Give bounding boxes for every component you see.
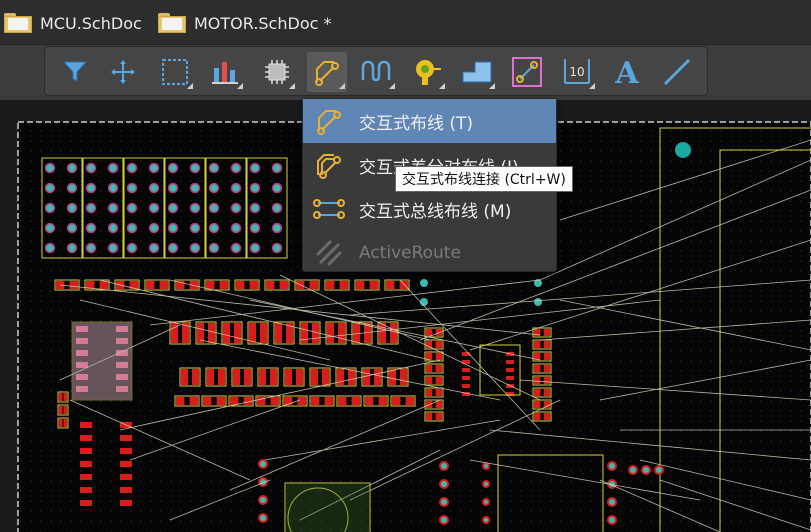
length-tuning-icon	[361, 60, 391, 82]
tab-motor-schdoc[interactable]: MOTOR.SchDoc *	[158, 9, 331, 37]
bus-route-icon	[309, 189, 349, 229]
component-icon	[265, 60, 289, 84]
dimension-tool-button[interactable]: 10	[557, 52, 597, 92]
folder-icon	[158, 13, 186, 33]
line-icon	[663, 58, 691, 86]
menu-item-interactive-route[interactable]: 交互式布线 (T)	[303, 99, 556, 143]
polygon-pour-tool-button[interactable]	[457, 52, 497, 92]
menu-item-label: 交互式布线 (T)	[359, 113, 474, 134]
text-icon-label: A	[614, 57, 639, 87]
line-tool-button[interactable]	[657, 52, 697, 92]
polygon-pour-icon	[462, 61, 492, 83]
filter-icon	[62, 61, 88, 82]
menu-item-active-route: ActiveRoute	[303, 231, 556, 275]
tab-label: MOTOR.SchDoc *	[194, 13, 332, 33]
tab-label: MCU.SchDoc	[40, 13, 142, 33]
menu-item-bus-route[interactable]: 交互式总线布线 (M)	[303, 187, 556, 231]
dimension-icon-label: 10	[569, 65, 584, 79]
tooltip: 交互式布线连接 (Ctrl+W)	[395, 166, 573, 192]
diff-pair-tool-button[interactable]	[507, 52, 547, 92]
diff-route-icon	[309, 145, 349, 185]
interactive-route-tool-button[interactable]	[307, 52, 347, 92]
align-tool-button[interactable]	[205, 52, 245, 92]
via-tool-button[interactable]	[407, 52, 447, 92]
interactive-route-icon	[315, 61, 339, 86]
folder-icon	[4, 13, 32, 33]
text-icon: A	[614, 57, 639, 87]
length-tuning-tool-button[interactable]	[357, 52, 397, 92]
move-tool-button[interactable]	[103, 52, 143, 92]
route-icon	[309, 101, 349, 141]
align-icon	[212, 62, 238, 84]
select-rect-tool-button[interactable]	[155, 52, 195, 92]
pcb-active-toolbar: 10 A	[44, 46, 708, 96]
menu-item-label: ActiveRoute	[359, 243, 461, 263]
menu-item-label: 交互式总线布线 (M)	[359, 201, 512, 222]
active-route-icon	[309, 233, 349, 273]
move-icon	[111, 60, 135, 84]
component-tool-button[interactable]	[257, 52, 297, 92]
tab-mcu-schdoc[interactable]: MCU.SchDoc	[4, 9, 142, 37]
document-tab-bar: MCU.SchDoc MOTOR.SchDoc *	[0, 0, 811, 45]
filter-tool-button[interactable]	[55, 52, 95, 92]
select-rect-icon	[162, 59, 188, 85]
tooltip-text: 交互式布线连接 (Ctrl+W)	[402, 172, 566, 188]
text-tool-button[interactable]: A	[607, 52, 647, 92]
diff-pair-icon	[512, 57, 542, 87]
